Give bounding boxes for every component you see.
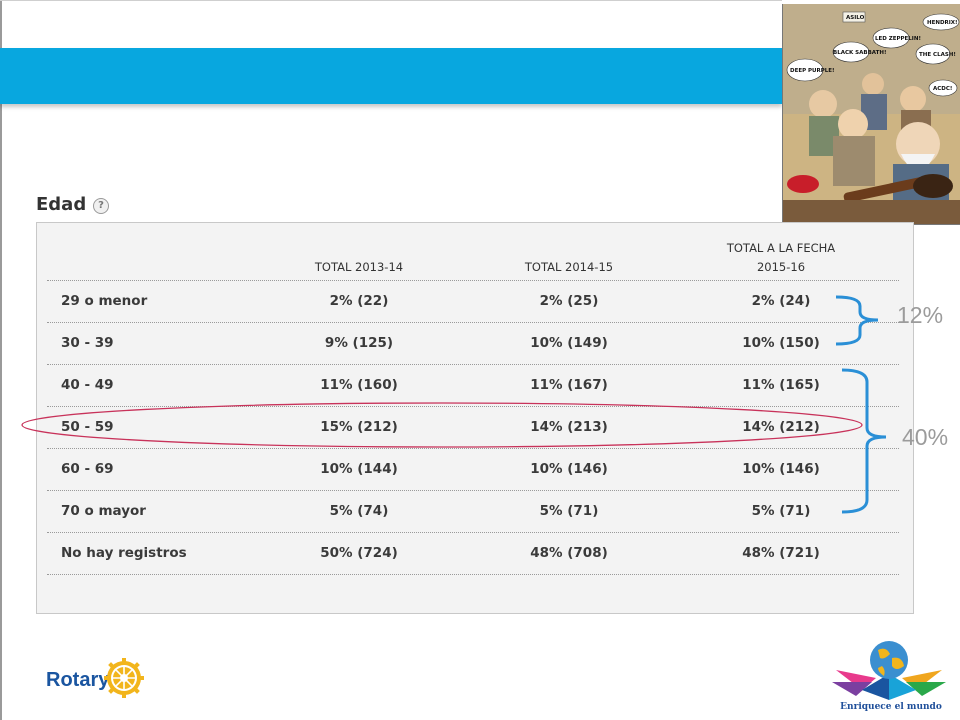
row-label: 30 - 39 [61,335,114,351]
age-table-panel: TOTAL 2013-14 TOTAL 2014-15 TOTAL A LA F… [36,222,914,614]
value-2014-15: 5% (71) [539,503,599,519]
value-2014-15: 10% (149) [530,335,608,351]
value-2014-15: 14% (213) [530,419,608,435]
top-edge-rule [0,0,782,1]
rotary-logo: Rotary [46,658,144,698]
cartoon-bubble-black-sabbath: BLACK SABBATH! [833,50,886,56]
cartoon-image: ASILO HENDRIX! LED ZEPPELIN! BLACK SABBA… [782,4,960,225]
value-2015-16: 48% (721) [742,545,820,561]
value-2013-14: 11% (160) [320,377,398,393]
theme-caption: Enriquece el mundo [840,702,942,712]
value-2013-14: 10% (144) [320,461,398,477]
col-header-2014-15: TOTAL 2014-15 [524,260,614,274]
table-row: 29 o menor 2% (22) 2% (25) 2% (24) [37,280,915,322]
cartoon-bubble-acdc: ACDC! [933,86,952,92]
cartoon-bubble-led-zeppelin: LED ZEPPELIN! [875,36,921,42]
cartoon-bubble-hendrix: HENDRIX! [927,20,958,26]
value-2013-14: 5% (74) [329,503,389,519]
header-banner [0,48,782,104]
group-percent-40: 40% [902,424,949,450]
row-divider [47,574,899,575]
table-row: 30 - 39 9% (125) 10% (149) 10% (150) [37,322,915,364]
value-2013-14: 15% (212) [320,419,398,435]
rotary-wordmark: Rotary [46,669,110,691]
theme-globe-logo [832,641,946,700]
row-label: 70 o mayor [61,503,146,519]
value-2015-16: 2% (24) [751,293,811,309]
section-title: Edad [36,194,87,215]
cartoon-bubble-the-clash: THE CLASH! [919,52,956,58]
value-2015-16: 10% (150) [742,335,820,351]
value-2014-15: 11% (167) [530,377,608,393]
value-2015-16: 14% (212) [742,419,820,435]
value-2014-15: 2% (25) [539,293,599,309]
value-2013-14: 50% (724) [320,545,398,561]
rotary-wheel-icon [104,658,144,698]
value-2013-14: 9% (125) [324,335,394,351]
col-header-2015-16-line2: 2015-16 [756,260,806,274]
value-2014-15: 10% (146) [530,461,608,477]
value-2015-16: 10% (146) [742,461,820,477]
cartoon-bubble-deep-purple: DEEP PURPLE! [790,68,835,74]
value-2013-14: 2% (22) [329,293,389,309]
row-label: 50 - 59 [61,419,114,435]
group-percent-12: 12% [897,302,944,328]
value-2014-15: 48% (708) [530,545,608,561]
row-label: 40 - 49 [61,377,114,393]
cartoon-bubble-asilo: ASILO [846,15,865,21]
value-2015-16: 11% (165) [742,377,820,393]
row-label: 60 - 69 [61,461,114,477]
table-row: 50 - 59 15% (212) 14% (213) 14% (212) [37,406,915,448]
col-header-2013-14: TOTAL 2013-14 [314,260,404,274]
left-edge-rule [0,0,2,720]
table-row: 60 - 69 10% (144) 10% (146) 10% (146) [37,448,915,490]
col-header-2015-16-line1: TOTAL A LA FECHA [726,241,836,255]
table-row: 40 - 49 11% (160) 11% (167) 11% (165) [37,364,915,406]
value-2015-16: 5% (71) [751,503,811,519]
table-row: 70 o mayor 5% (74) 5% (71) 5% (71) [37,490,915,532]
row-label: No hay registros [61,545,187,561]
table-row: No hay registros 50% (724) 48% (708) 48%… [37,532,915,574]
help-icon[interactable]: ? [93,198,109,214]
row-label: 29 o menor [61,293,148,309]
